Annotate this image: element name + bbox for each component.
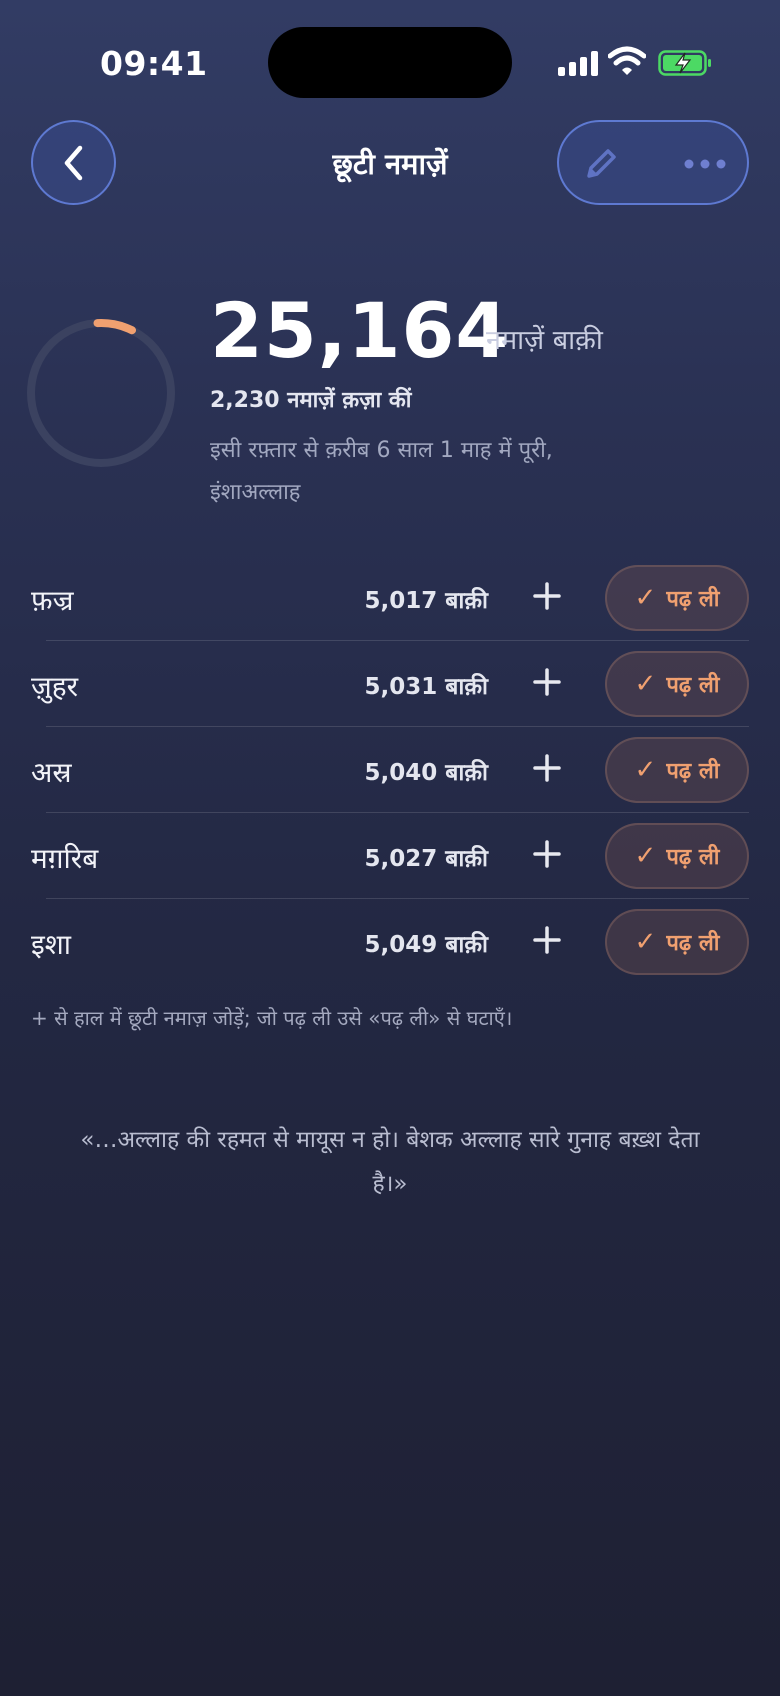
checkmark-icon: ✓ [634, 927, 657, 957]
plus-icon [533, 926, 561, 954]
status-time: 09:41 [100, 44, 208, 83]
prayer-row-zuhr: ज़ुहर 5,031 बाक़ी ✓ पढ़ ली [0, 641, 780, 727]
progress-ring [27, 319, 175, 467]
remaining-count: 5,017 बाक़ी [364, 588, 488, 614]
status-bar: 09:41 [0, 0, 780, 120]
plus-icon [533, 754, 561, 782]
prayer-name: फ़ज्र [31, 584, 74, 617]
edit-button[interactable] [579, 142, 623, 186]
remaining-count: 5,040 बाक़ी [364, 760, 488, 786]
nav-header: छूटी नमाज़ें [0, 118, 780, 206]
checkmark-icon: ✓ [634, 669, 657, 699]
completed-count: 2,230 नमाज़ें क़ज़ा कीं [210, 388, 412, 413]
remaining-count: 5,027 बाक़ी [364, 846, 488, 872]
remaining-count: 5,049 बाक़ी [364, 932, 488, 958]
battery-charging-icon [658, 50, 711, 76]
eta-text: इसी रफ़्तार से क़रीब 6 साल 1 माह में पूर… [210, 438, 553, 505]
plus-icon [533, 668, 561, 696]
mark-prayed-label: पढ़ ली [666, 845, 720, 870]
mark-prayed-label: पढ़ ली [666, 931, 720, 956]
mark-prayed-button[interactable]: ✓ पढ़ ली [605, 823, 749, 889]
header-actions [557, 120, 749, 205]
cellular-signal-icon [558, 50, 598, 76]
usage-hint: + से हाल में छूटी नमाज़ जोड़ें; जो पढ़ ल… [31, 1006, 513, 1030]
total-remaining: 25,164 [210, 286, 510, 375]
summary-section: 25,164 नमाज़ें बाक़ी 2,230 नमाज़ें क़ज़ा… [0, 280, 780, 520]
quote-text: «…अल्लाह की रहमत से मायूस न हो। बेशक अल्… [80, 1127, 700, 1197]
mark-prayed-button[interactable]: ✓ पढ़ ली [605, 565, 749, 631]
prayer-row-asr: अस्र 5,040 बाक़ी ✓ पढ़ ली [0, 727, 780, 813]
checkmark-icon: ✓ [634, 583, 657, 613]
mark-prayed-button[interactable]: ✓ पढ़ ली [605, 651, 749, 717]
plus-icon [533, 840, 561, 868]
total-remaining-label: नमाज़ें बाक़ी [486, 325, 603, 356]
wifi-icon [608, 46, 646, 75]
add-missed-button[interactable] [527, 576, 567, 616]
prayer-row-isha: इशा 5,049 बाक़ी ✓ पढ़ ली [0, 899, 780, 985]
checkmark-icon: ✓ [634, 755, 657, 785]
add-missed-button[interactable] [527, 748, 567, 788]
mark-prayed-button[interactable]: ✓ पढ़ ली [605, 909, 749, 975]
checkmark-icon: ✓ [634, 841, 657, 871]
add-missed-button[interactable] [527, 920, 567, 960]
dynamic-island [268, 27, 512, 98]
prayer-name: अस्र [31, 756, 72, 789]
add-missed-button[interactable] [527, 662, 567, 702]
remaining-count: 5,031 बाक़ी [364, 674, 488, 700]
prayer-name: इशा [31, 928, 72, 961]
mark-prayed-label: पढ़ ली [666, 587, 720, 612]
progress-arc [93, 319, 137, 335]
prayer-name: ज़ुहर [31, 670, 79, 703]
prayer-row-fajr: फ़ज्र 5,017 बाक़ी ✓ पढ़ ली [0, 555, 780, 641]
more-options-button[interactable] [679, 142, 731, 186]
pencil-icon [587, 149, 616, 178]
plus-icon [533, 582, 561, 610]
prayer-name: मग़रिब [31, 842, 99, 875]
mark-prayed-label: पढ़ ली [666, 673, 720, 698]
add-missed-button[interactable] [527, 834, 567, 874]
ellipsis-icon [684, 159, 726, 169]
prayer-row-maghrib: मग़रिब 5,027 बाक़ी ✓ पढ़ ली [0, 813, 780, 899]
mark-prayed-label: पढ़ ली [666, 759, 720, 784]
mark-prayed-button[interactable]: ✓ पढ़ ली [605, 737, 749, 803]
